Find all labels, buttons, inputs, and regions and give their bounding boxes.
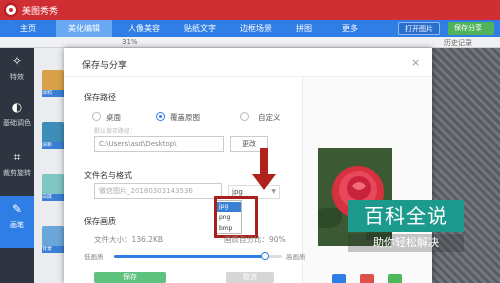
sidebar-item-label: 特效	[10, 73, 24, 81]
effect-thumbnail[interactable]	[42, 226, 64, 248]
save-path-input[interactable]: C:\Users\asd\Desktop\	[94, 136, 224, 152]
radio-custom-label: 自定义	[258, 113, 281, 122]
app-title: 美图秀秀	[22, 7, 59, 17]
save-path-heading: 保存路径	[84, 93, 116, 102]
radio-custom[interactable]	[240, 112, 249, 121]
tab-portrait[interactable]: 人像美容	[116, 20, 172, 37]
sidebar-item-label: 画笔	[10, 221, 24, 229]
tab-stickers-text[interactable]: 贴纸文字	[172, 20, 228, 37]
save-share-button[interactable]: 保存分享	[448, 22, 494, 35]
quality-percent-text: 画质百分比：90%	[224, 235, 286, 244]
sidebar-item-crop[interactable]: ⌗ 裁剪旋转	[0, 144, 34, 190]
main-nav: 主页 美化编辑 人像美容 贴纸文字 边框场景 拼图 更多 打开图片 保存分享	[0, 20, 500, 37]
title-bar: 美图秀秀	[0, 0, 500, 20]
quality-slider-knob[interactable]	[261, 252, 270, 260]
red-arrow-icon	[252, 148, 276, 190]
sidebar-item-label: 基础调色	[3, 119, 31, 127]
save-button[interactable]: 保存	[94, 272, 166, 283]
sidebar-item-label: 裁剪旋转	[3, 169, 31, 177]
file-name-input[interactable]: 微信图片_20180303143536	[94, 183, 222, 199]
sidebar-item-color[interactable]: ◐ 基础调色	[0, 94, 34, 140]
watermark: 百科全说 助你轻松解决	[348, 200, 464, 258]
tab-more[interactable]: 更多	[330, 20, 370, 37]
quality-heading: 保存画质	[84, 217, 116, 226]
history-button[interactable]: 历史记录	[444, 38, 472, 48]
default-path-hint: 默认保存路径：	[94, 128, 137, 135]
app-logo-icon	[4, 3, 18, 17]
low-quality-label: 低画质	[84, 253, 104, 261]
radio-overwrite[interactable]	[156, 112, 165, 121]
share-weibo-icon[interactable]	[360, 274, 374, 283]
format-select-value: jpg	[232, 188, 243, 196]
effect-thumbnail[interactable]	[42, 122, 64, 144]
tab-frames[interactable]: 边框场景	[228, 20, 284, 37]
zoom-level[interactable]: 31%	[122, 38, 138, 46]
left-sidebar: ✧ 特效 ◐ 基础调色 ⌗ 裁剪旋转 ✎ 画笔	[0, 48, 34, 283]
effect-label: 背景	[42, 246, 64, 253]
magic-wand-icon: ✧	[11, 54, 23, 68]
quality-slider[interactable]	[114, 252, 282, 260]
share-wechat-icon[interactable]	[388, 274, 402, 283]
brush-icon: ✎	[11, 202, 23, 216]
effect-label: 清新	[42, 142, 64, 149]
radio-desktop-label: 桌面	[106, 113, 121, 122]
effect-thumbnail[interactable]	[42, 174, 64, 196]
high-quality-label: 高画质	[286, 253, 306, 261]
sidebar-item-brush[interactable]: ✎ 画笔	[0, 196, 34, 248]
file-size-text: 文件大小：136.2KB	[94, 235, 164, 244]
effect-thumbnail[interactable]	[42, 70, 64, 92]
share-qq-icon[interactable]	[332, 274, 346, 283]
tool-strip: 31% 历史记录	[0, 37, 500, 48]
radio-overwrite-label: 覆盖原图	[170, 113, 200, 122]
watermark-main: 百科全说	[348, 200, 464, 232]
tab-collage[interactable]: 拼图	[284, 20, 324, 37]
crop-icon: ⌗	[13, 150, 21, 164]
close-icon[interactable]: ×	[411, 56, 420, 69]
cancel-button[interactable]: 取消	[226, 272, 274, 283]
effect-label: 涂鸦	[42, 90, 64, 97]
tab-home[interactable]: 主页	[10, 20, 46, 37]
watermark-sub: 助你轻松解决	[348, 234, 464, 252]
sidebar-item-effects[interactable]: ✧ 特效	[0, 48, 34, 94]
open-image-button[interactable]: 打开图片	[398, 22, 440, 35]
dialog-title: 保存与分享	[82, 61, 128, 71]
tab-beautify-edit[interactable]: 美化编辑	[56, 20, 112, 37]
palette-icon: ◐	[11, 100, 23, 114]
effect-label: 白底	[42, 194, 64, 201]
quality-slider-fill	[114, 255, 266, 258]
radio-desktop[interactable]	[92, 112, 101, 121]
effects-panel: 涂鸦 清新 白底 背景	[34, 48, 64, 283]
highlight-box	[214, 196, 258, 238]
file-format-heading: 文件名与格式	[84, 171, 132, 180]
